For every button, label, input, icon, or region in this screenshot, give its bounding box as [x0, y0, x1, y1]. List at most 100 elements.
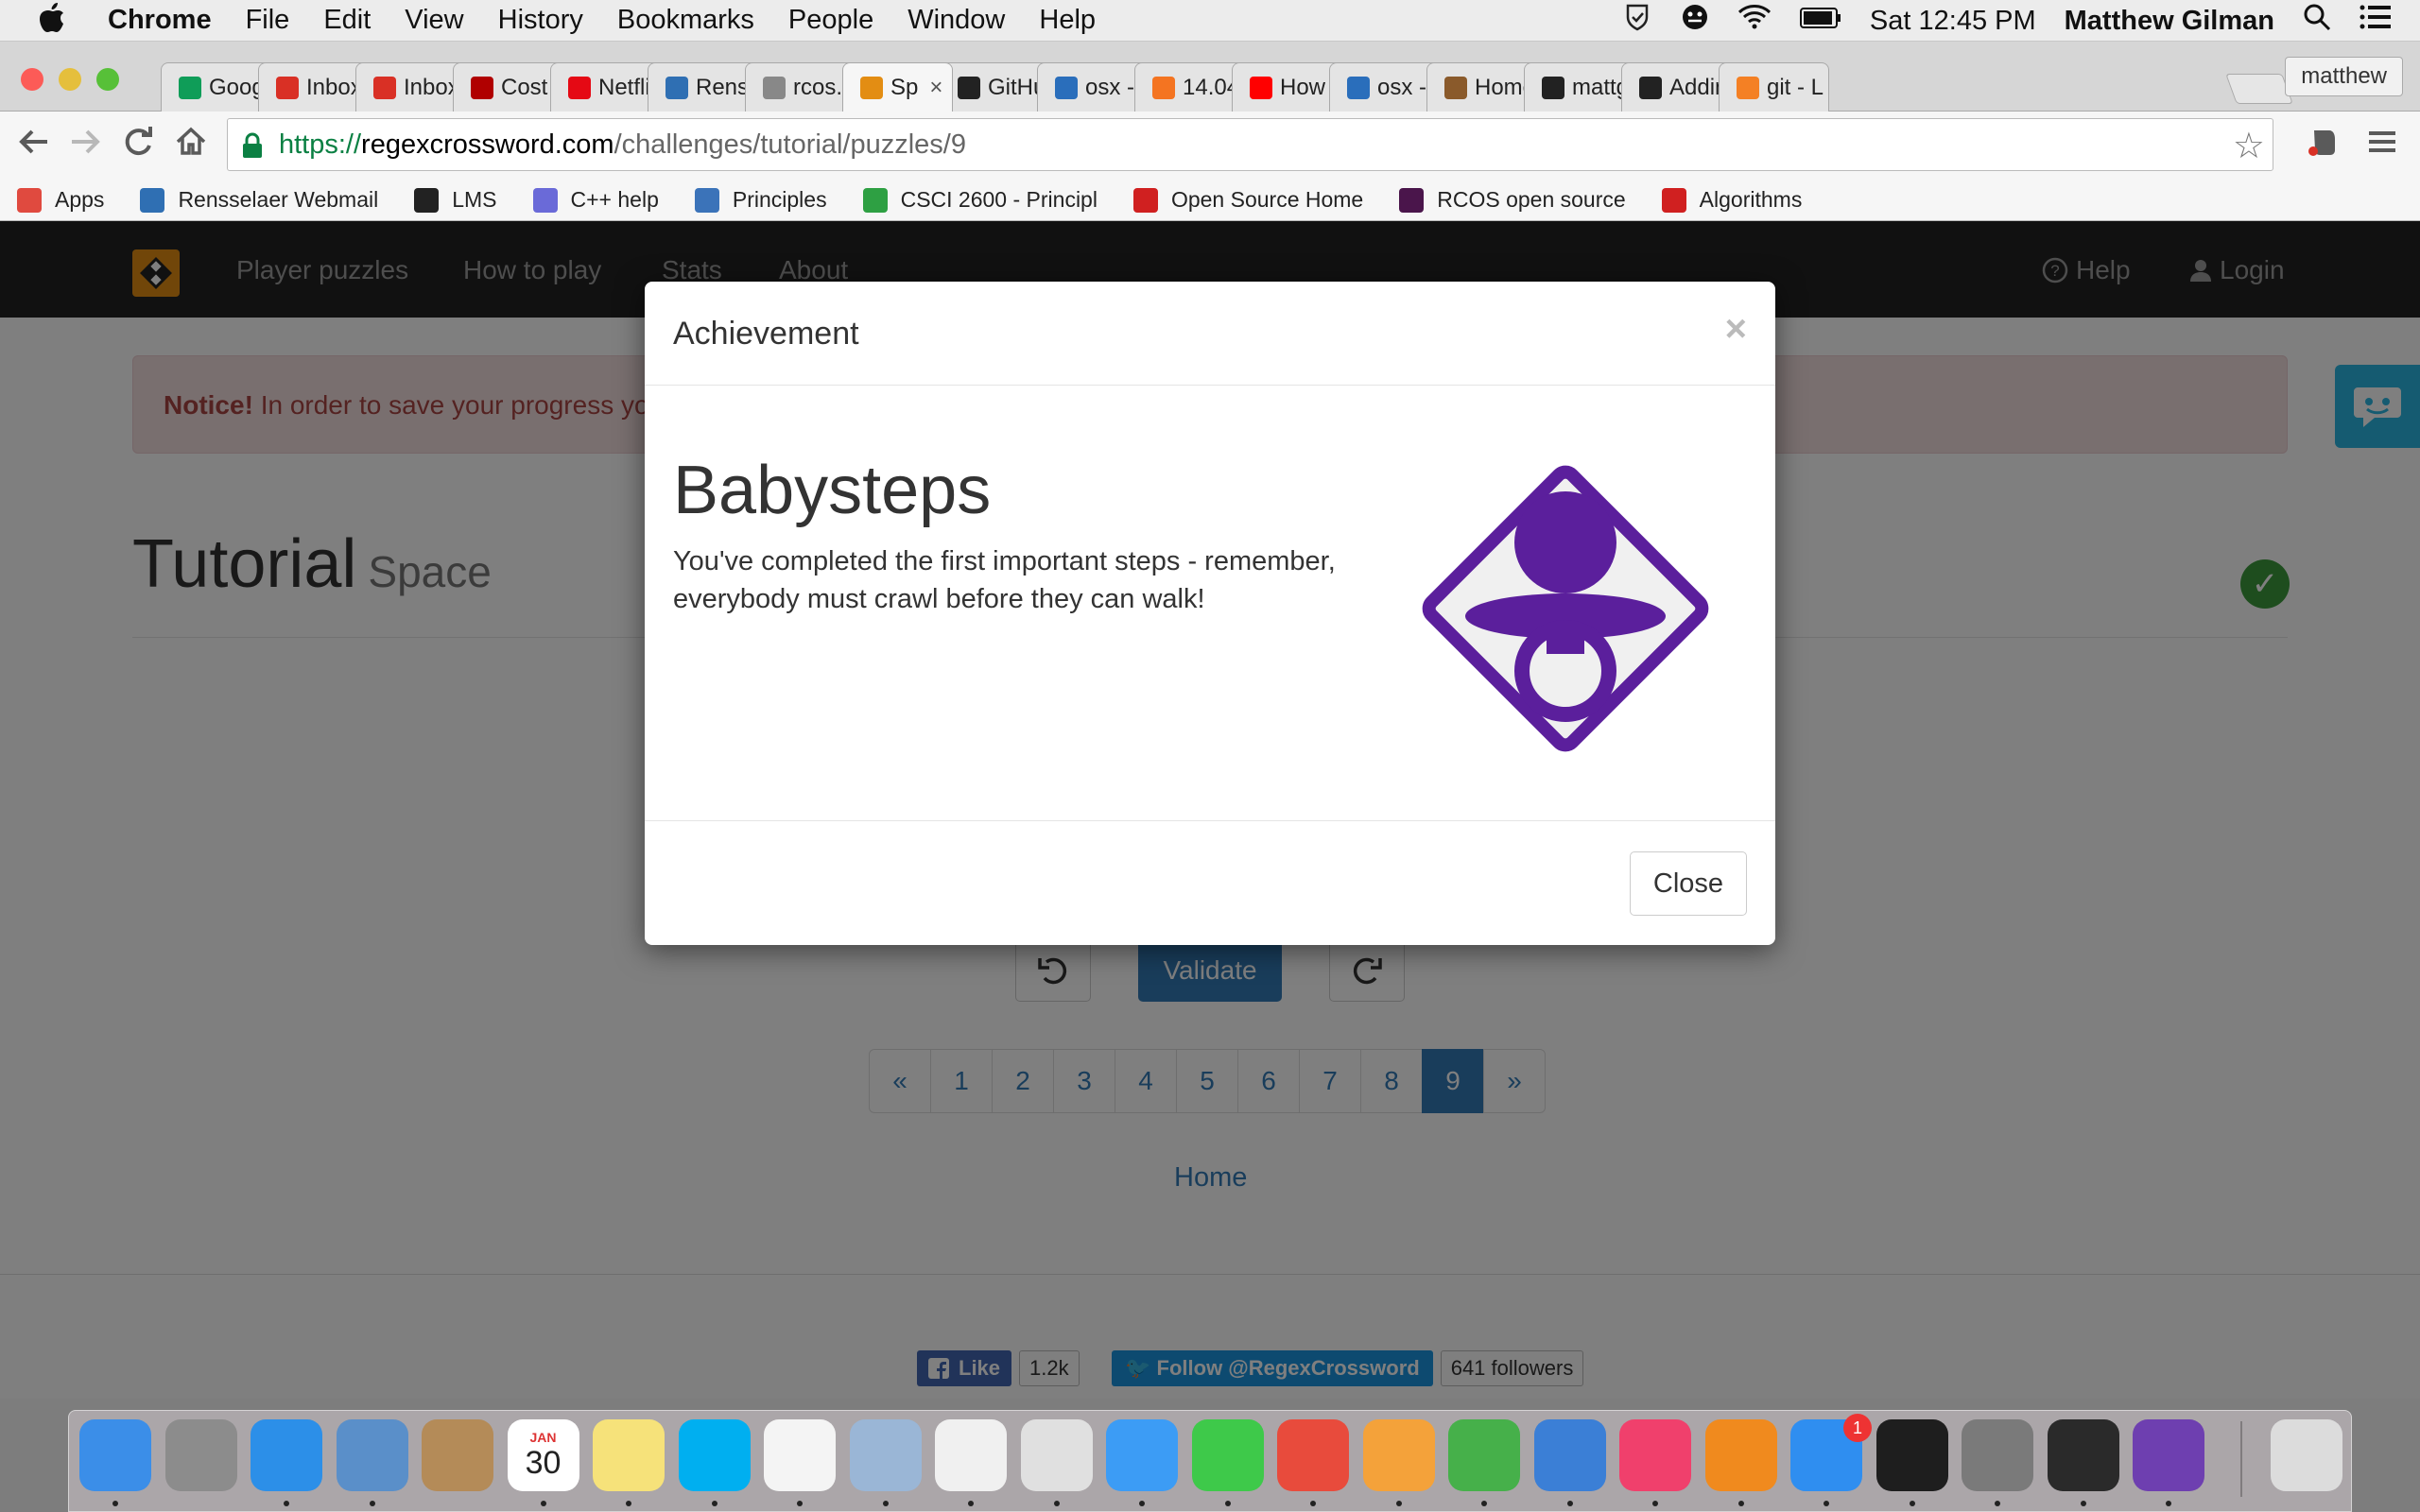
- browser-tab[interactable]: GitHu: [940, 62, 1050, 112]
- github-desktop-icon[interactable]: [2133, 1419, 2204, 1491]
- apps-grid-icon: [17, 187, 42, 213]
- window-zoom-button[interactable]: [96, 68, 119, 91]
- bookmark-item[interactable]: Algorithms: [1661, 187, 1802, 213]
- menu-file[interactable]: File: [246, 5, 290, 36]
- browser-tab[interactable]: Inbox: [258, 62, 369, 112]
- calendar-icon[interactable]: JAN 30: [507, 1419, 579, 1491]
- status-face-icon[interactable]: [1681, 3, 1709, 39]
- browser-tab[interactable]: rcos.g: [745, 62, 856, 112]
- checkmark-shield-icon[interactable]: [1622, 2, 1652, 40]
- window-minimize-button[interactable]: [59, 68, 81, 91]
- browser-tab[interactable]: Cost: [453, 62, 563, 112]
- ibooks-icon[interactable]: [1704, 1419, 1777, 1491]
- modal-close-x-icon[interactable]: ×: [1725, 308, 1747, 351]
- close-button[interactable]: Close: [1630, 851, 1747, 916]
- trash-icon[interactable]: [2271, 1419, 2342, 1491]
- chrome-menu-icon[interactable]: [2361, 125, 2403, 166]
- browser-tab[interactable]: How: [1232, 62, 1342, 112]
- battery-icon[interactable]: [1799, 6, 1841, 37]
- profile-button[interactable]: matthew: [2285, 57, 2403, 96]
- finder-icon[interactable]: [79, 1419, 151, 1491]
- menu-edit[interactable]: Edit: [323, 5, 371, 36]
- system-preferences-icon[interactable]: [1962, 1419, 2033, 1491]
- browser-tab[interactable]: 14.04: [1134, 62, 1245, 112]
- activity-monitor-icon[interactable]: [2047, 1419, 2119, 1491]
- facetime-icon[interactable]: [1191, 1419, 1264, 1491]
- messages-icon[interactable]: [1106, 1419, 1178, 1491]
- pages-icon[interactable]: [1362, 1419, 1435, 1491]
- browser-tab[interactable]: osx -: [1329, 62, 1440, 112]
- running-indicator: [1053, 1501, 1060, 1506]
- contacts-icon[interactable]: [422, 1419, 493, 1491]
- window-close-button[interactable]: [21, 68, 43, 91]
- menu-app-name[interactable]: Chrome: [108, 5, 212, 36]
- bookmark-item[interactable]: CSCI 2600 - Principl: [862, 187, 1098, 213]
- notification-center-icon[interactable]: [2360, 4, 2392, 38]
- browser-tab[interactable]: git - L: [1719, 62, 1829, 112]
- spotlight-search-icon[interactable]: [2303, 3, 2331, 39]
- running-indicator: [540, 1501, 546, 1506]
- bookmark-label: Apps: [55, 187, 105, 212]
- browser-tab[interactable]: Netflix: [550, 62, 661, 112]
- bookmark-item[interactable]: RCOS open source: [1399, 187, 1626, 213]
- menu-help[interactable]: Help: [1039, 5, 1096, 36]
- preview-icon[interactable]: [849, 1419, 922, 1491]
- new-tab-button[interactable]: [2225, 74, 2293, 104]
- apple-menu-icon[interactable]: [38, 1, 76, 41]
- mail-icon[interactable]: [336, 1419, 408, 1491]
- running-indicator: [968, 1501, 974, 1506]
- reminders-icon[interactable]: [764, 1419, 836, 1491]
- menu-view[interactable]: View: [405, 5, 463, 36]
- back-arrow-icon[interactable]: [13, 125, 55, 166]
- menu-window[interactable]: Window: [908, 5, 1005, 36]
- browser-tab[interactable]: Home: [1426, 62, 1537, 112]
- address-bar[interactable]: https://regexcrossword.com/challenges/tu…: [227, 118, 2273, 171]
- safari-icon[interactable]: [251, 1419, 322, 1491]
- bookmark-label: CSCI 2600 - Principl: [900, 187, 1098, 212]
- bookmark-item[interactable]: Rensselaer Webmail: [140, 187, 378, 213]
- tab-label: osx -: [1085, 74, 1135, 100]
- popcorn-icon[interactable]: [1277, 1419, 1349, 1491]
- user-name[interactable]: Matthew Gilman: [2065, 6, 2274, 37]
- menu-people[interactable]: People: [788, 5, 873, 36]
- menu-history[interactable]: History: [498, 5, 583, 36]
- tab-close-icon[interactable]: ×: [929, 75, 942, 101]
- forward-arrow-icon[interactable]: [64, 125, 106, 166]
- launchpad-icon[interactable]: [164, 1419, 237, 1491]
- bookmark-star-icon[interactable]: ☆: [2233, 125, 2265, 167]
- numbers-icon[interactable]: [1448, 1419, 1520, 1491]
- browser-tab[interactable]: Inbox: [355, 62, 466, 112]
- tab-label: How: [1280, 74, 1326, 100]
- skype-icon[interactable]: [678, 1419, 751, 1491]
- bookmark-item[interactable]: Principles: [694, 187, 827, 213]
- running-indicator: [1310, 1501, 1316, 1506]
- clock[interactable]: Sat 12:45 PM: [1870, 6, 2036, 37]
- bookmark-item[interactable]: C++ help: [532, 187, 659, 213]
- browser-tab[interactable]: mattg: [1524, 62, 1634, 112]
- reload-icon[interactable]: [117, 125, 159, 166]
- chrome-icon[interactable]: [1020, 1419, 1093, 1491]
- keynote-icon[interactable]: [1533, 1419, 1606, 1491]
- photos-icon[interactable]: [935, 1419, 1007, 1491]
- menu-bookmarks[interactable]: Bookmarks: [617, 5, 754, 36]
- askubuntu-icon: [1152, 76, 1175, 99]
- macos-menu-bar: Chrome File Edit View History Bookmarks …: [0, 0, 2420, 42]
- lock-icon[interactable]: [241, 131, 264, 158]
- browser-tab[interactable]: Goog: [161, 62, 271, 112]
- browser-tab[interactable]: Sp ×: [842, 62, 953, 112]
- evernote-extension-icon[interactable]: [2303, 125, 2344, 166]
- github-icon: [958, 76, 980, 99]
- itunes-icon[interactable]: [1619, 1419, 1691, 1491]
- bookmark-label: Open Source Home: [1170, 187, 1364, 212]
- notes-icon[interactable]: [593, 1419, 665, 1491]
- bookmark-item[interactable]: Apps: [17, 187, 104, 213]
- browser-tab[interactable]: Addin: [1621, 62, 1732, 112]
- browser-tab[interactable]: osx -: [1037, 62, 1148, 112]
- wifi-icon[interactable]: [1737, 4, 1772, 38]
- browser-tab[interactable]: Renss: [648, 62, 758, 112]
- bookmark-item[interactable]: Open Source Home: [1132, 187, 1364, 213]
- running-indicator: [112, 1501, 118, 1506]
- terminal-icon[interactable]: [1876, 1419, 1948, 1491]
- bookmark-item[interactable]: LMS: [414, 187, 497, 213]
- home-icon[interactable]: [170, 125, 212, 166]
